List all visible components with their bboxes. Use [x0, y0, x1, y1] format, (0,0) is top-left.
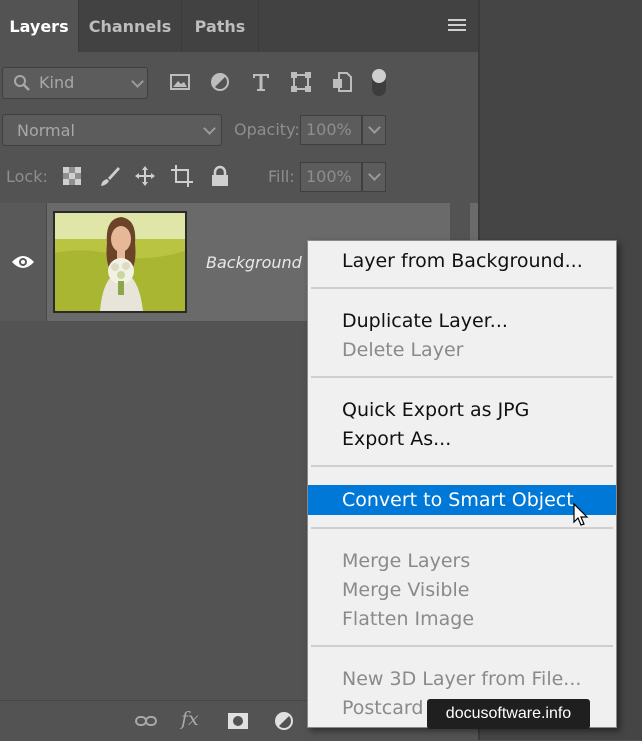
watermark: docusoftware.info — [427, 699, 590, 729]
layer-context-menu: Layer from Background... Duplicate Layer… — [307, 240, 617, 728]
chevron-down-icon — [368, 168, 381, 181]
menu-separator — [311, 527, 613, 529]
panel-menu-icon[interactable] — [448, 19, 466, 33]
menu-item-new-3d-layer-from-file[interactable]: New 3D Layer from File... — [308, 665, 616, 693]
link-layers-icon[interactable] — [134, 709, 158, 733]
menu-item-convert-to-smart-object[interactable]: Convert to Smart Object — [308, 485, 616, 515]
lock-transparent-pixels-icon[interactable] — [60, 164, 84, 188]
search-icon — [14, 75, 30, 91]
menu-item-merge-layers[interactable]: Merge Layers — [308, 547, 616, 575]
menu-separator — [311, 287, 613, 289]
chevron-down-icon — [368, 121, 381, 134]
smart-object-filter-icon[interactable] — [330, 70, 354, 94]
lock-position-icon[interactable] — [133, 164, 157, 188]
type-filter-icon[interactable] — [249, 70, 273, 94]
chevron-down-icon — [131, 75, 144, 88]
chevron-down-icon — [203, 122, 216, 135]
layer-visibility-toggle[interactable] — [0, 203, 47, 321]
menu-item-export-as[interactable]: Export As... — [308, 425, 616, 453]
lock-artboard-icon[interactable] — [170, 164, 194, 188]
shape-filter-icon[interactable] — [289, 70, 313, 94]
opacity-dropdown[interactable] — [362, 115, 386, 145]
tab-layers[interactable]: Layers — [0, 0, 79, 52]
panel-tab-bar: Layers Channels Paths — [0, 0, 478, 52]
lock-label: Lock: — [6, 167, 48, 186]
blend-mode-value: Normal — [17, 121, 75, 140]
menu-item-quick-export-jpg[interactable]: Quick Export as JPG — [308, 396, 616, 424]
menu-separator — [311, 376, 613, 378]
menu-item-duplicate-layer[interactable]: Duplicate Layer... — [308, 307, 616, 335]
filter-kind-select[interactable]: Kind — [2, 67, 148, 99]
fill-input[interactable]: 100% — [300, 162, 362, 192]
fx-icon[interactable]: fx — [181, 708, 205, 732]
layer-thumbnail — [53, 211, 187, 313]
layer-mask-icon[interactable] — [226, 709, 250, 733]
menu-item-merge-visible[interactable]: Merge Visible — [308, 576, 616, 604]
image-filter-icon[interactable] — [168, 70, 192, 94]
menu-item-layer-from-background[interactable]: Layer from Background... — [308, 247, 616, 275]
layer-thumbnail-photo — [55, 213, 185, 311]
filter-kind-label: Kind — [39, 73, 75, 92]
mouse-cursor-icon — [573, 503, 589, 526]
menu-separator — [311, 645, 613, 647]
opacity-input[interactable]: 100% — [300, 115, 362, 145]
filter-toggle-icon[interactable] — [366, 66, 392, 98]
adjustment-filter-icon[interactable] — [208, 70, 232, 94]
lock-all-icon[interactable] — [208, 164, 232, 188]
tab-channels[interactable]: Channels — [79, 0, 182, 52]
menu-item-flatten-image[interactable]: Flatten Image — [308, 605, 616, 633]
adjustment-layer-icon[interactable] — [272, 709, 296, 733]
tab-paths[interactable]: Paths — [182, 0, 259, 52]
lock-image-pixels-icon[interactable] — [98, 164, 122, 188]
layer-name[interactable]: Background — [206, 253, 302, 272]
opacity-label: Opacity: — [234, 120, 300, 139]
menu-item-delete-layer[interactable]: Delete Layer — [308, 336, 616, 364]
fill-dropdown[interactable] — [362, 162, 386, 192]
blend-mode-select[interactable]: Normal — [2, 114, 222, 146]
menu-separator — [311, 465, 613, 467]
eye-icon — [12, 256, 34, 268]
fill-label: Fill: — [268, 167, 295, 186]
